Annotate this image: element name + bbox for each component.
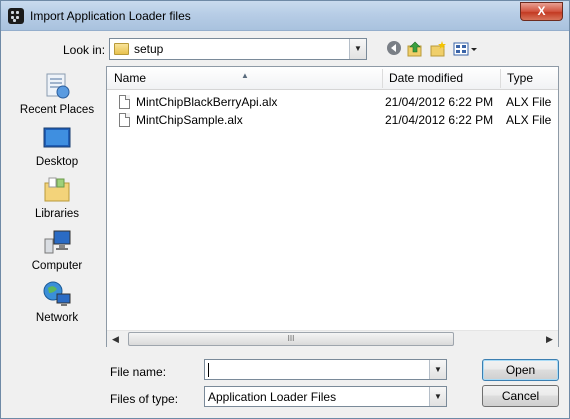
- file-type: ALX File: [506, 113, 552, 127]
- column-name[interactable]: ▲ Name: [107, 67, 382, 90]
- file-list[interactable]: ▲ Name Date modified Type MintChipBlackB…: [106, 66, 559, 347]
- network-icon: [42, 279, 72, 309]
- column-header: ▲ Name Date modified Type: [107, 67, 558, 90]
- horizontal-scrollbar[interactable]: ◀ III ▶: [107, 330, 558, 347]
- filetype-value: Application Loader Files: [208, 390, 337, 404]
- file-icon: [119, 95, 130, 109]
- column-type[interactable]: Type: [500, 67, 558, 90]
- libraries-icon: [42, 175, 72, 205]
- close-button[interactable]: X: [520, 2, 563, 21]
- title-bar[interactable]: Import Application Loader files X: [1, 1, 569, 31]
- place-desktop[interactable]: Desktop: [9, 123, 105, 168]
- filetype-label: Files of type:: [110, 392, 179, 406]
- lookin-label: Look in:: [63, 43, 106, 57]
- desktop-icon: [42, 123, 72, 153]
- place-computer[interactable]: Computer: [9, 227, 105, 272]
- up-folder-icon[interactable]: [406, 40, 424, 58]
- chevron-down-icon[interactable]: ▼: [429, 387, 446, 406]
- lookin-value: setup: [134, 42, 164, 56]
- chevron-down-icon[interactable]: ▼: [429, 360, 446, 379]
- file-date: 21/04/2012 6:22 PM: [385, 95, 494, 109]
- scrollbar-grip: III: [287, 334, 295, 343]
- place-label: Recent Places: [19, 104, 95, 116]
- view-menu-icon[interactable]: [453, 40, 479, 58]
- window-title: Import Application Loader files: [30, 9, 191, 23]
- scroll-right-icon[interactable]: ▶: [541, 331, 558, 348]
- cancel-button[interactable]: Cancel: [482, 385, 559, 407]
- filename-label: File name:: [110, 365, 167, 379]
- blackberry-app-icon: [8, 8, 24, 24]
- text-cursor: [208, 363, 209, 377]
- computer-icon: [42, 227, 72, 257]
- place-label: Computer: [31, 260, 83, 272]
- place-label: Desktop: [35, 156, 79, 168]
- scroll-left-icon[interactable]: ◀: [107, 331, 124, 348]
- open-button[interactable]: Open: [482, 359, 559, 381]
- file-type: ALX File: [506, 95, 552, 109]
- file-name: MintChipSample.alx: [136, 113, 243, 127]
- column-type-label: Type: [507, 71, 534, 85]
- column-date-modified[interactable]: Date modified: [382, 67, 500, 90]
- back-icon[interactable]: [385, 40, 403, 58]
- place-libraries[interactable]: Libraries: [9, 175, 105, 220]
- scrollbar-thumb[interactable]: III: [128, 332, 454, 346]
- import-dialog: Import Application Loader files X Look i…: [0, 0, 570, 419]
- place-label: Network: [35, 312, 79, 324]
- chevron-down-icon[interactable]: ▼: [349, 39, 366, 59]
- file-row[interactable]: MintChipSample.alx 21/04/2012 6:22 PM AL…: [107, 110, 558, 130]
- file-date: 21/04/2012 6:22 PM: [385, 113, 494, 127]
- file-row[interactable]: MintChipBlackBerryApi.alx 21/04/2012 6:2…: [107, 92, 558, 112]
- file-name: MintChipBlackBerryApi.alx: [136, 95, 278, 109]
- recent-places-icon: [42, 71, 72, 101]
- lookin-dropdown[interactable]: setup ▼: [109, 38, 367, 60]
- file-icon: [119, 113, 130, 127]
- place-network[interactable]: Network: [9, 279, 105, 324]
- place-label: Libraries: [34, 208, 80, 220]
- filetype-select[interactable]: Application Loader Files ▼: [204, 386, 447, 407]
- places-bar: Recent Places Desktop Libraries Computer…: [9, 66, 105, 412]
- sort-ascending-icon: ▲: [241, 71, 249, 80]
- folder-icon: [114, 43, 129, 55]
- new-folder-icon[interactable]: [429, 40, 447, 58]
- filename-input[interactable]: ▼: [204, 359, 447, 380]
- place-recent-places[interactable]: Recent Places: [9, 71, 105, 116]
- column-name-label: Name: [114, 71, 147, 85]
- column-date-label: Date modified: [389, 71, 464, 85]
